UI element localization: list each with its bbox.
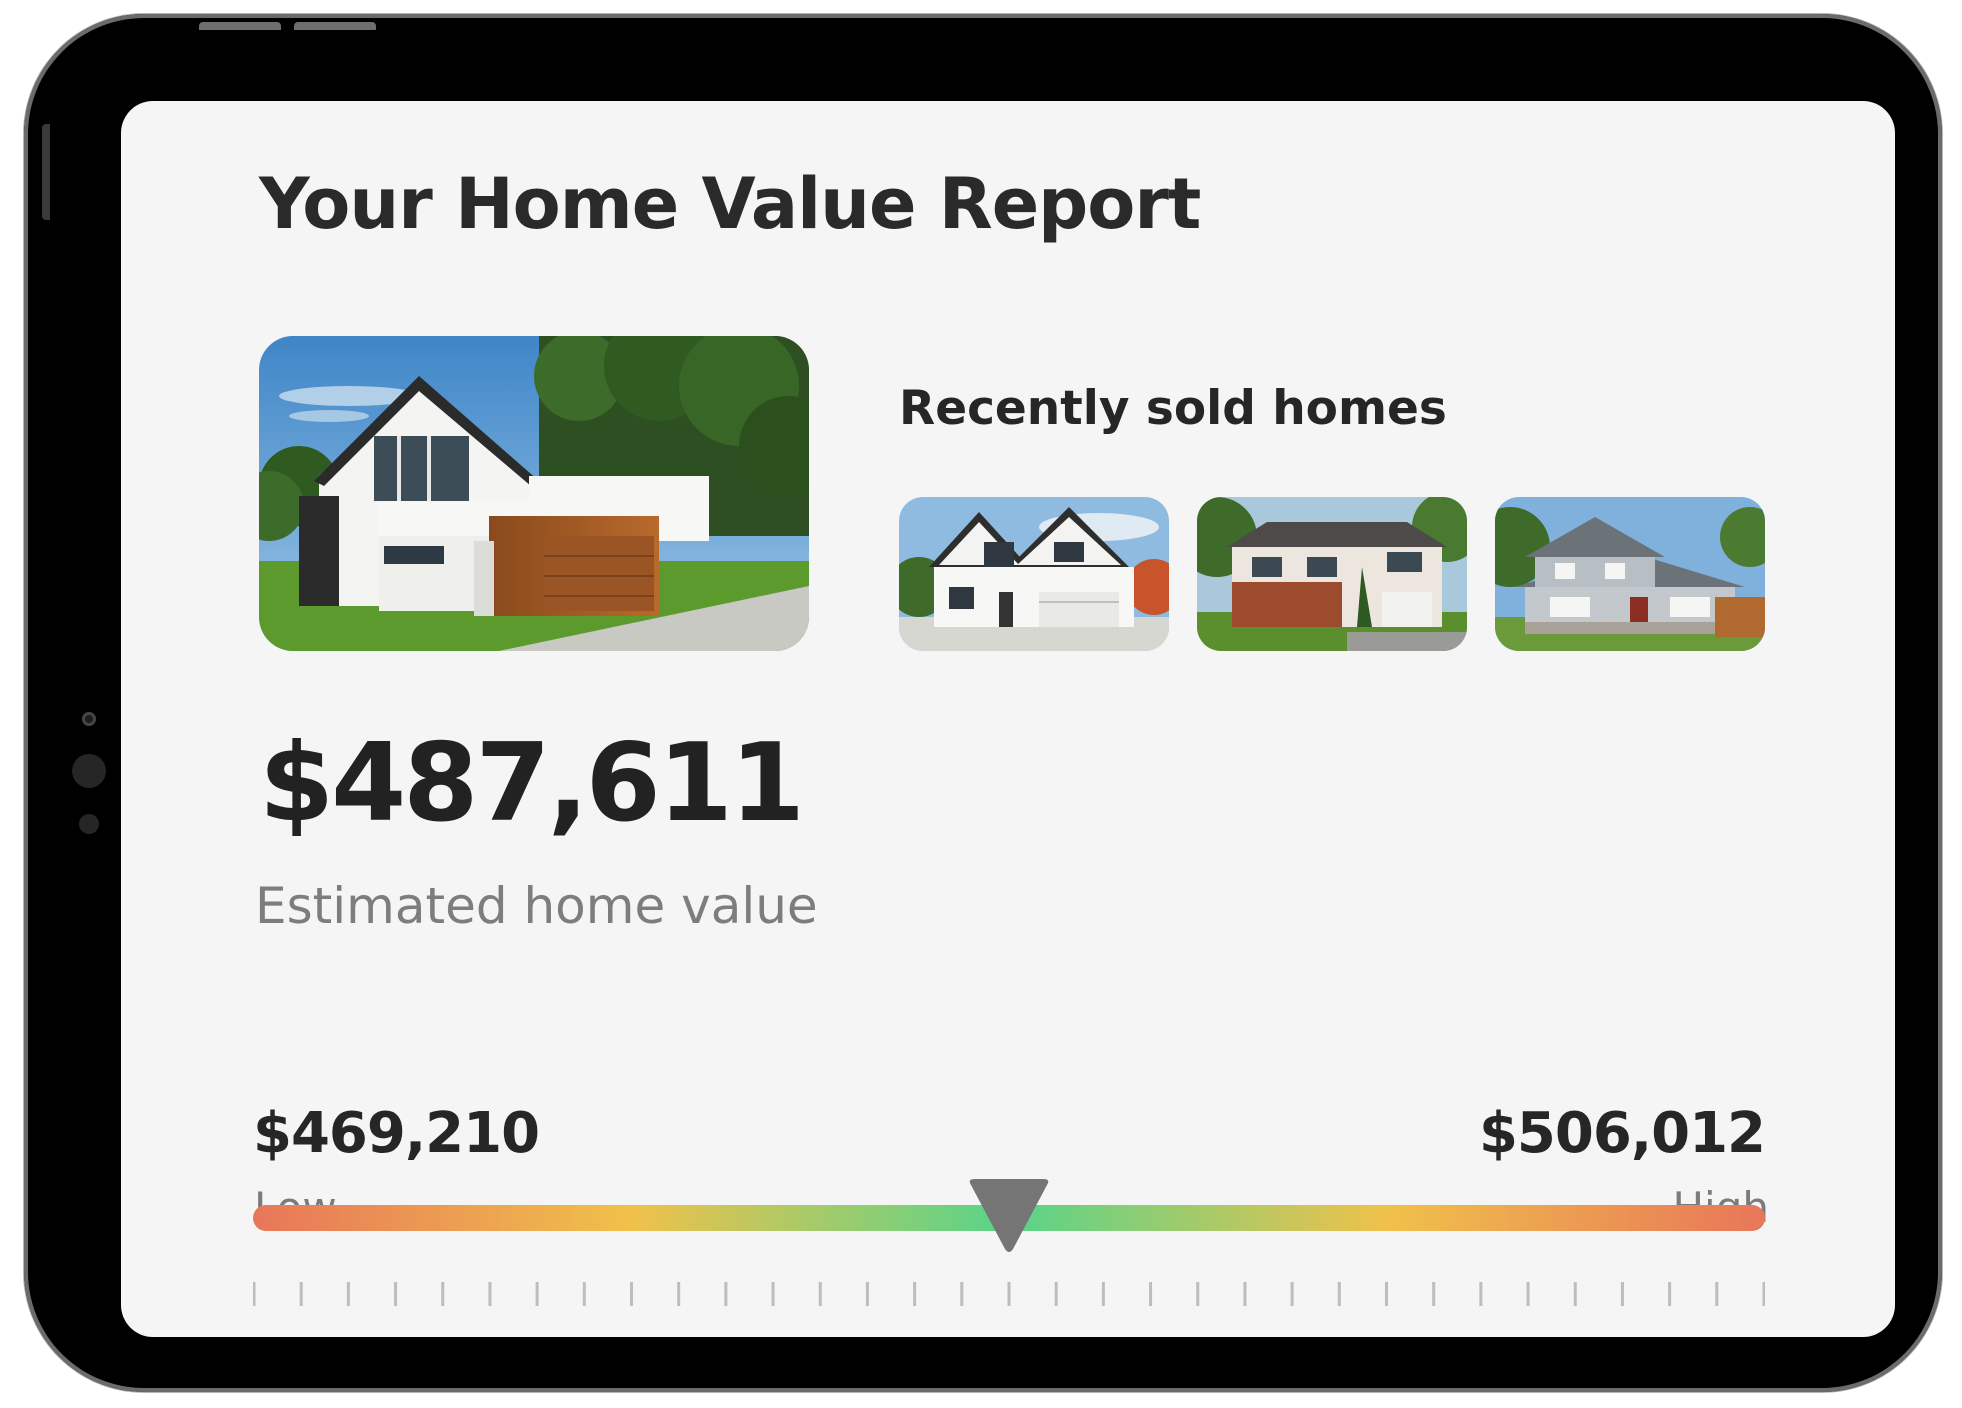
high-value: $506,012: [1478, 1101, 1766, 1166]
estimated-value-label: Estimated home value: [255, 877, 818, 935]
value-marker-icon[interactable]: [967, 1179, 1051, 1253]
volume-down-button: [294, 22, 376, 30]
tablet-frame: Your Home Value Report Recently sold hom…: [24, 14, 1942, 1392]
estimated-value: $487,611: [259, 721, 805, 846]
main-house-photo: [259, 336, 809, 651]
sensor-icon: [72, 754, 106, 788]
camera-icon: [82, 712, 96, 726]
low-value: $469,210: [253, 1101, 540, 1166]
sold-home-thumb-1[interactable]: [899, 497, 1169, 651]
sold-home-thumb-2[interactable]: [1197, 497, 1467, 651]
power-button: [42, 124, 50, 220]
volume-up-button: [199, 22, 281, 30]
recently-sold-title: Recently sold homes: [899, 381, 1447, 436]
sensor-small-icon: [79, 814, 99, 834]
range-tick-marks: [253, 1282, 1765, 1306]
page-title: Your Home Value Report: [259, 163, 1201, 245]
screen: Your Home Value Report Recently sold hom…: [121, 101, 1895, 1337]
sold-home-thumb-3[interactable]: [1495, 497, 1765, 651]
